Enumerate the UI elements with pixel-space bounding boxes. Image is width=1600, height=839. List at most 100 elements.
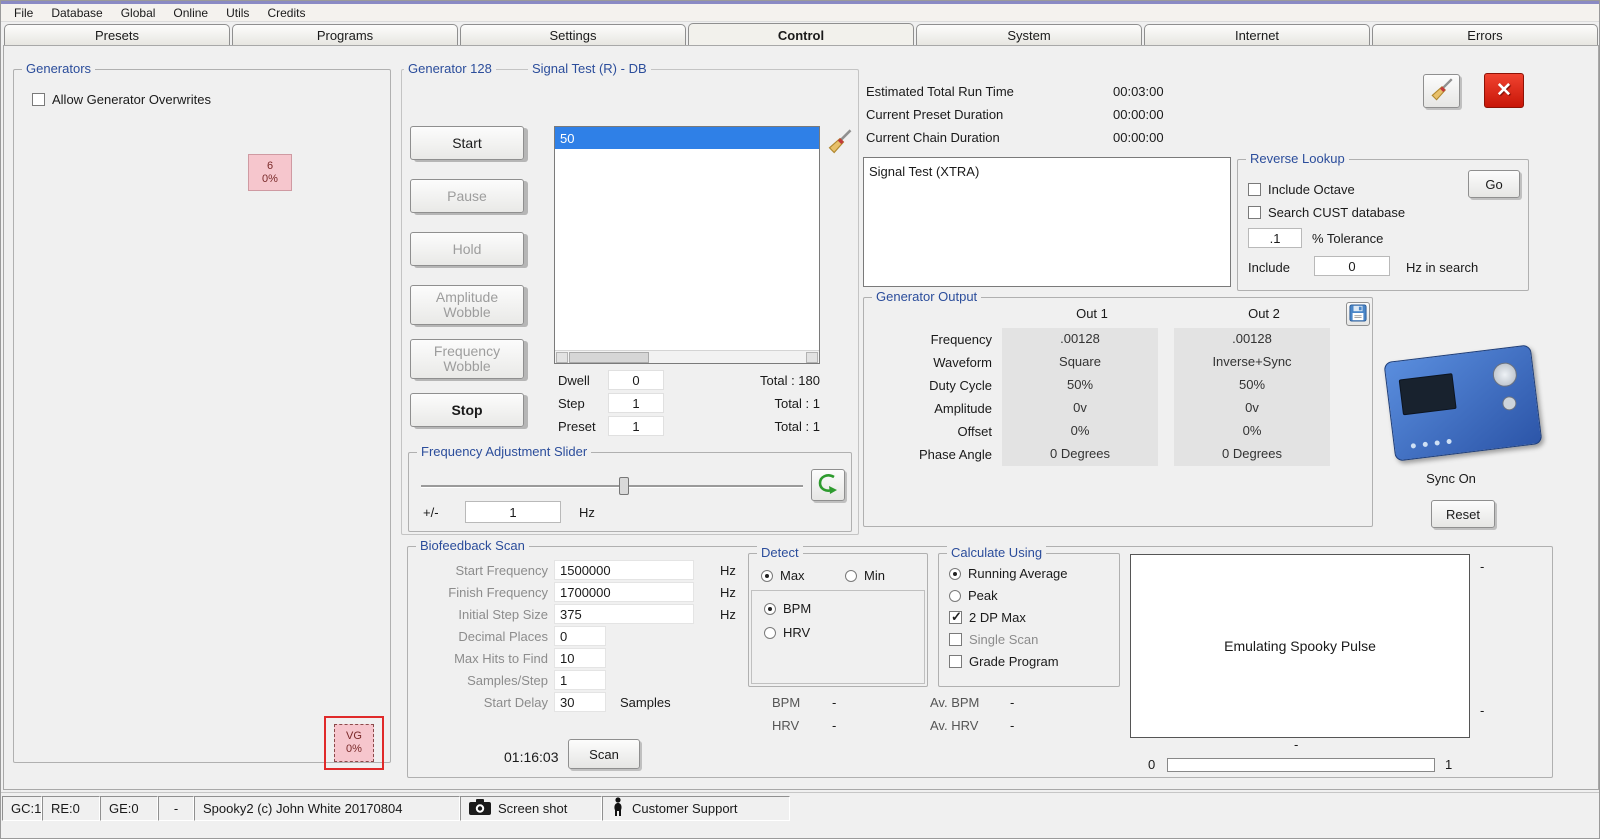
- tab-control[interactable]: Control: [688, 23, 914, 46]
- start-button[interactable]: Start: [410, 126, 524, 160]
- dp-max-row[interactable]: 2 DP Max: [949, 609, 1026, 625]
- save-output-button[interactable]: [1346, 302, 1370, 326]
- camera-icon: [469, 799, 491, 818]
- output-row-frequency: Frequency .00128 .00128: [864, 328, 1372, 351]
- decimal-places-input[interactable]: 0: [554, 626, 606, 646]
- customer-support-button[interactable]: Customer Support: [602, 796, 790, 821]
- max-radio[interactable]: [761, 569, 773, 582]
- tab-errors[interactable]: Errors: [1372, 24, 1598, 46]
- allow-overwrites-checkbox[interactable]: [32, 93, 45, 106]
- amplitude-wobble-button[interactable]: Amplitude Wobble: [410, 285, 524, 325]
- allow-overwrites-row[interactable]: Allow Generator Overwrites: [32, 92, 211, 107]
- start-frequency-input[interactable]: 1500000: [554, 560, 694, 580]
- total-run-time-value: 00:03:00: [1113, 84, 1164, 99]
- slider-reset-button[interactable]: [811, 469, 845, 501]
- single-scan-row[interactable]: Single Scan: [949, 632, 1038, 647]
- scroll-left-arrow[interactable]: [556, 352, 568, 363]
- reverse-lookup-title: Reverse Lookup: [1246, 151, 1349, 166]
- search-cust-checkbox[interactable]: [1248, 206, 1261, 219]
- start-delay-input[interactable]: 30: [554, 692, 606, 712]
- clear-list-button[interactable]: [826, 128, 854, 159]
- signal-description-box[interactable]: Signal Test (XTRA): [863, 157, 1231, 287]
- step-value[interactable]: 1: [608, 393, 664, 413]
- running-average-radio[interactable]: [949, 567, 961, 580]
- reset-button[interactable]: Reset: [1431, 500, 1495, 528]
- generators-panel: Generators Allow Generator Overwrites 6 …: [13, 61, 391, 770]
- include-octave-label: Include Octave: [1268, 182, 1355, 197]
- include-hz-input[interactable]: 0: [1314, 256, 1390, 276]
- grade-program-row[interactable]: Grade Program: [949, 654, 1059, 669]
- hold-button[interactable]: Hold: [410, 232, 524, 266]
- scroll-right-arrow[interactable]: [806, 352, 818, 363]
- dwell-value[interactable]: 0: [608, 370, 664, 390]
- hrv-radio[interactable]: [764, 626, 776, 639]
- menu-online[interactable]: Online: [164, 5, 217, 21]
- preset-value[interactable]: 1: [608, 416, 664, 436]
- output-row-waveform: Waveform Square Inverse+Sync: [864, 351, 1372, 374]
- out1-frequency: .00128: [1002, 328, 1158, 351]
- frequency-list-selected-item[interactable]: 50: [555, 127, 819, 149]
- frequency-wobble-button[interactable]: Frequency Wobble: [410, 339, 524, 379]
- detect-max-row[interactable]: Max: [761, 568, 805, 583]
- customer-support-label: Customer Support: [632, 801, 738, 816]
- menu-file[interactable]: File: [5, 5, 42, 21]
- search-cust-row[interactable]: Search CUST database: [1248, 205, 1405, 220]
- peak-radio[interactable]: [949, 589, 961, 602]
- slider-unit-label: Hz: [579, 505, 595, 520]
- out2-phase: 0 Degrees: [1174, 443, 1330, 466]
- peak-row[interactable]: Peak: [949, 588, 998, 603]
- pulse-dash-bottom: -: [1480, 703, 1485, 718]
- running-average-label: Running Average: [968, 566, 1068, 581]
- min-radio[interactable]: [845, 569, 857, 582]
- screenshot-button[interactable]: Screen shot: [460, 796, 602, 821]
- menu-credits[interactable]: Credits: [258, 5, 314, 21]
- include-octave-checkbox[interactable]: [1248, 183, 1261, 196]
- menu-bar: File Database Global Online Utils Credit…: [1, 1, 1599, 22]
- frequency-list-hscrollbar[interactable]: [555, 350, 819, 363]
- slider-step-input[interactable]: 1: [465, 501, 561, 523]
- preset-total: Total : 1: [774, 419, 820, 434]
- status-gc: GC:1: [2, 796, 42, 821]
- scroll-thumb[interactable]: [569, 352, 649, 363]
- running-average-row[interactable]: Running Average: [949, 566, 1068, 581]
- detect-min-row[interactable]: Min: [845, 568, 885, 583]
- tab-presets[interactable]: Presets: [4, 24, 230, 46]
- pause-button[interactable]: Pause: [410, 179, 524, 213]
- dp-max-checkbox[interactable]: [949, 609, 962, 625]
- tab-programs[interactable]: Programs: [232, 24, 458, 46]
- stop-button[interactable]: Stop: [410, 393, 524, 427]
- max-hits-input[interactable]: 10: [554, 648, 606, 668]
- generator-vg-progress: 0%: [346, 743, 362, 755]
- detect-hrv-row[interactable]: HRV: [764, 625, 810, 640]
- close-button[interactable]: ✕: [1484, 73, 1524, 108]
- field-row: Samples/Step 1: [408, 669, 736, 691]
- frequency-slider-thumb[interactable]: [619, 477, 629, 495]
- grade-program-checkbox[interactable]: [949, 655, 962, 668]
- generator-6-badge[interactable]: 6 0%: [248, 154, 292, 191]
- dp-max-label: 2 DP Max: [969, 610, 1026, 625]
- single-scan-checkbox[interactable]: [949, 633, 962, 646]
- samples-step-input[interactable]: 1: [554, 670, 606, 690]
- menu-utils[interactable]: Utils: [217, 5, 258, 21]
- dwell-label: Dwell: [558, 373, 590, 388]
- go-button[interactable]: Go: [1468, 170, 1520, 198]
- field-suffix: Hz: [720, 606, 736, 622]
- menu-database[interactable]: Database: [42, 5, 111, 21]
- finish-frequency-input[interactable]: 1700000: [554, 582, 694, 602]
- generator-vg-badge[interactable]: VG 0%: [334, 724, 374, 762]
- bpm-radio[interactable]: [764, 602, 776, 615]
- tab-internet[interactable]: Internet: [1144, 24, 1370, 46]
- tolerance-input[interactable]: .1: [1248, 228, 1302, 248]
- menu-global[interactable]: Global: [112, 5, 165, 21]
- clean-button[interactable]: [1423, 74, 1460, 108]
- tab-settings[interactable]: Settings: [460, 24, 686, 46]
- tab-system[interactable]: System: [916, 24, 1142, 46]
- initial-step-input[interactable]: 375: [554, 604, 694, 624]
- detect-bpm-row[interactable]: BPM: [764, 601, 811, 616]
- scan-button[interactable]: Scan: [568, 739, 640, 769]
- out2-waveform: Inverse+Sync: [1174, 351, 1330, 374]
- include-octave-row[interactable]: Include Octave: [1248, 182, 1355, 197]
- frequency-list[interactable]: 50: [554, 126, 820, 364]
- frequency-slider-track[interactable]: [421, 477, 803, 495]
- field-row: Start Delay 30 Samples: [408, 691, 736, 713]
